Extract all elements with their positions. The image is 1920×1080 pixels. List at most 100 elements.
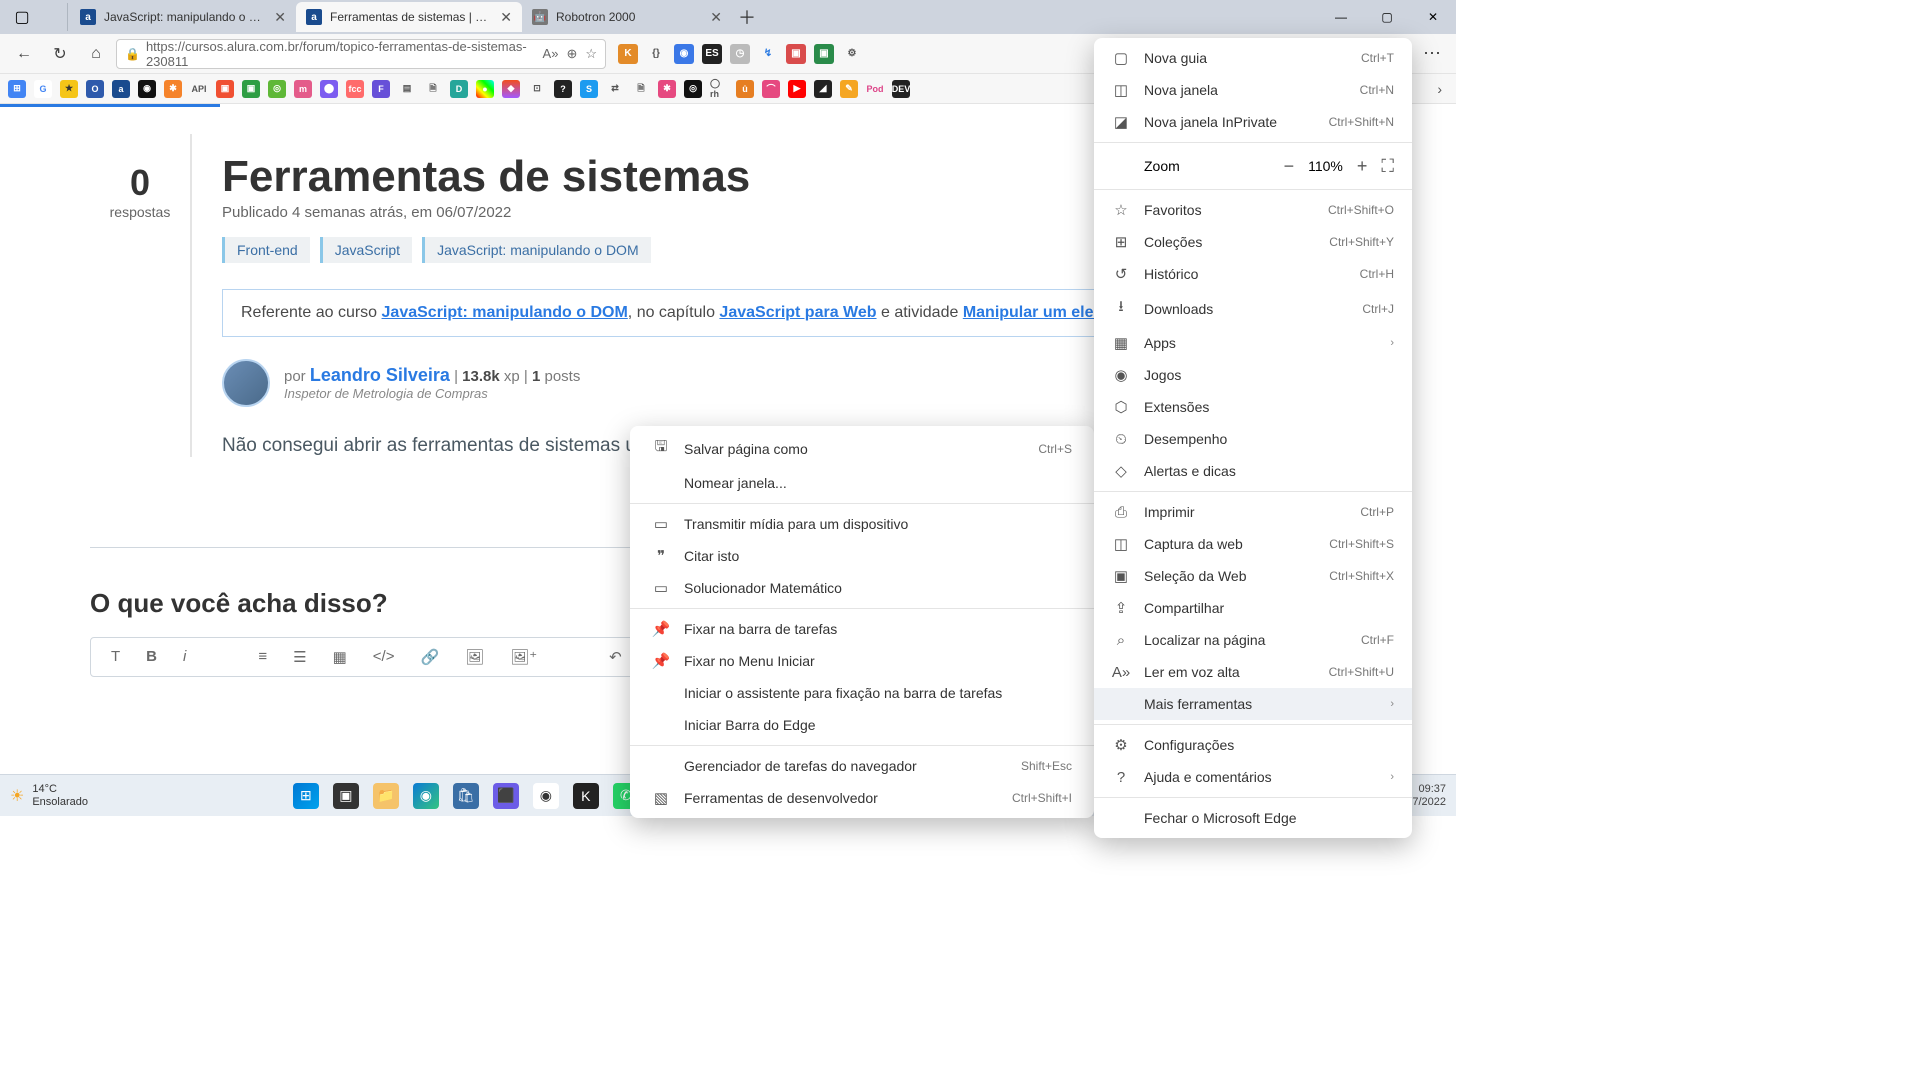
zoom-in-button[interactable]: +: [1357, 156, 1368, 177]
submenu-math[interactable]: ▭ Solucionador Matemático: [630, 572, 1094, 604]
submenu-task-manager[interactable]: Gerenciador de tarefas do navegador Shif…: [630, 750, 1094, 782]
menu-favorites[interactable]: ☆FavoritosCtrl+Shift+O: [1094, 194, 1412, 226]
back-button[interactable]: ←: [8, 38, 40, 70]
table-icon[interactable]: ▦: [333, 648, 347, 666]
submenu-cite[interactable]: ❞ Citar isto: [630, 540, 1094, 572]
menu-collections[interactable]: ⊞ColeçõesCtrl+Shift+Y: [1094, 226, 1412, 258]
menu-web-select[interactable]: ▣Seleção da WebCtrl+Shift+X: [1094, 560, 1412, 592]
list-unordered-icon[interactable]: ☰: [293, 648, 306, 666]
submenu-pin-assist[interactable]: Iniciar o assistente para fixação na bar…: [630, 677, 1094, 709]
submenu-pin-start[interactable]: 📌 Fixar no Menu Iniciar: [630, 645, 1094, 677]
menu-web-capture[interactable]: ◫Captura da webCtrl+Shift+S: [1094, 528, 1412, 560]
tag[interactable]: JavaScript: manipulando o DOM: [422, 237, 651, 263]
window-close-button[interactable]: ✕: [1410, 0, 1456, 34]
address-bar[interactable]: 🔒 https://cursos.alura.com.br/forum/topi…: [116, 39, 606, 69]
minimize-button[interactable]: —: [1318, 0, 1364, 34]
image-add-icon[interactable]: 🖼⁺: [510, 648, 537, 666]
bookmark-icon[interactable]: ◢: [814, 80, 832, 98]
author-name-link[interactable]: Leandro Silveira: [310, 365, 450, 385]
bookmark-icon[interactable]: Pod: [866, 80, 884, 98]
tab-actions-icon[interactable]: ▢: [8, 3, 36, 31]
bookmark-icon[interactable]: ●: [476, 80, 494, 98]
ext-icon[interactable]: ▣: [786, 44, 806, 64]
bookmark-icon[interactable]: ?: [554, 80, 572, 98]
link-icon[interactable]: 🔗: [420, 648, 439, 666]
submenu-name-window[interactable]: Nomear janela...: [630, 467, 1094, 499]
bookmark-icon[interactable]: ▶: [788, 80, 806, 98]
app-icon[interactable]: ⬛: [493, 783, 519, 809]
submenu-devtools[interactable]: ▧ Ferramentas de desenvolvedor Ctrl+Shif…: [630, 782, 1094, 814]
read-aloud-icon[interactable]: A»: [543, 46, 559, 62]
bookmark-icon[interactable]: ◎: [684, 80, 702, 98]
bookmark-icon[interactable]: ⇄: [606, 80, 624, 98]
browser-tab[interactable]: a JavaScript: manipulando o DOM ✕: [70, 2, 296, 32]
format-text-icon[interactable]: T: [111, 648, 120, 666]
bookmark-icon[interactable]: ◆: [502, 80, 520, 98]
menu-alerts[interactable]: ◇Alertas e dicas: [1094, 455, 1412, 487]
code-icon[interactable]: </>: [373, 648, 395, 666]
menu-new-inprivate[interactable]: ◪Nova janela InPrivateCtrl+Shift+N: [1094, 106, 1412, 138]
ext-icon[interactable]: ◷: [730, 44, 750, 64]
refresh-button[interactable]: ↻: [44, 38, 76, 70]
zoom-indicator-icon[interactable]: ⊕: [566, 46, 577, 62]
bookmark-icon[interactable]: 🗎: [632, 80, 650, 98]
bookmark-icon[interactable]: D: [450, 80, 468, 98]
explorer-icon[interactable]: 📁: [373, 783, 399, 809]
bookmark-icon[interactable]: ◎: [268, 80, 286, 98]
ref-chapter-link[interactable]: JavaScript para Web: [719, 304, 876, 321]
store-icon[interactable]: 🛍: [453, 783, 479, 809]
menu-games[interactable]: ◉Jogos: [1094, 359, 1412, 391]
bookmark-icon[interactable]: API: [190, 80, 208, 98]
bookmark-icon[interactable]: û: [736, 80, 754, 98]
start-button[interactable]: ⊞: [293, 783, 319, 809]
bookmark-icon[interactable]: ◉: [138, 80, 156, 98]
ext-icon[interactable]: ▣: [814, 44, 834, 64]
weather-widget[interactable]: ☀ 14°CEnsolarado: [10, 783, 88, 807]
ref-course-link[interactable]: JavaScript: manipulando o DOM: [382, 304, 628, 321]
bookmark-icon[interactable]: ⊡: [528, 80, 546, 98]
bookmark-icon[interactable]: F: [372, 80, 390, 98]
menu-close-edge[interactable]: Fechar o Microsoft Edge: [1094, 802, 1412, 834]
close-icon[interactable]: ✕: [710, 9, 722, 26]
menu-history[interactable]: ↺HistóricoCtrl+H: [1094, 258, 1412, 290]
bookmark-icon[interactable]: ⊞: [8, 80, 26, 98]
bookmark-icon[interactable]: m: [294, 80, 312, 98]
submenu-launch-bar[interactable]: Iniciar Barra do Edge: [630, 709, 1094, 741]
menu-share[interactable]: ⇪Compartilhar: [1094, 592, 1412, 624]
bookmark-icon[interactable]: ⬤: [320, 80, 338, 98]
menu-new-window[interactable]: ◫Nova janelaCtrl+N: [1094, 74, 1412, 106]
bookmark-icon[interactable]: ★: [60, 80, 78, 98]
menu-settings[interactable]: ⚙Configurações: [1094, 729, 1412, 761]
menu-downloads[interactable]: ⭳DownloadsCtrl+J: [1094, 290, 1412, 327]
ext-icon[interactable]: ⚙: [842, 44, 862, 64]
app-icon[interactable]: K: [573, 783, 599, 809]
ext-icon[interactable]: ES: [702, 44, 722, 64]
fullscreen-icon[interactable]: ⛶: [1381, 156, 1394, 177]
bookmark-icon[interactable]: ◯ rh: [710, 80, 728, 98]
submenu-cast[interactable]: ▭ Transmitir mídia para um dispositivo: [630, 508, 1094, 540]
settings-menu-button[interactable]: ⋯: [1416, 38, 1448, 70]
bookmark-icon[interactable]: fcc: [346, 80, 364, 98]
bookmark-icon[interactable]: ⌒: [762, 80, 780, 98]
bookmark-icon[interactable]: G: [34, 80, 52, 98]
favorite-icon[interactable]: ☆: [585, 46, 597, 62]
menu-more-tools[interactable]: Mais ferramentas›: [1094, 688, 1412, 720]
tag[interactable]: JavaScript: [320, 237, 412, 263]
bookmark-icon[interactable]: S: [580, 80, 598, 98]
bookmark-icon[interactable]: ✱: [164, 80, 182, 98]
new-tab-button[interactable]: ＋: [738, 4, 756, 30]
menu-apps[interactable]: ▦Apps›: [1094, 327, 1412, 359]
bookmark-icon[interactable]: DEV: [892, 80, 910, 98]
bookmark-icon[interactable]: ▣: [216, 80, 234, 98]
menu-performance[interactable]: ⏲Desempenho: [1094, 423, 1412, 455]
ext-icon[interactable]: {}: [646, 44, 666, 64]
browser-tab-active[interactable]: a Ferramentas de sistemas | JavaSc ✕: [296, 2, 522, 32]
menu-new-tab[interactable]: ▢Nova guiaCtrl+T: [1094, 42, 1412, 74]
taskview-icon[interactable]: ▣: [333, 783, 359, 809]
bold-icon[interactable]: B: [146, 648, 157, 666]
bookmark-icon[interactable]: ✎: [840, 80, 858, 98]
avatar[interactable]: [222, 359, 270, 407]
edge-icon[interactable]: ◉: [413, 783, 439, 809]
bookmark-icon[interactable]: ▤: [398, 80, 416, 98]
bookmark-icon[interactable]: ✱: [658, 80, 676, 98]
